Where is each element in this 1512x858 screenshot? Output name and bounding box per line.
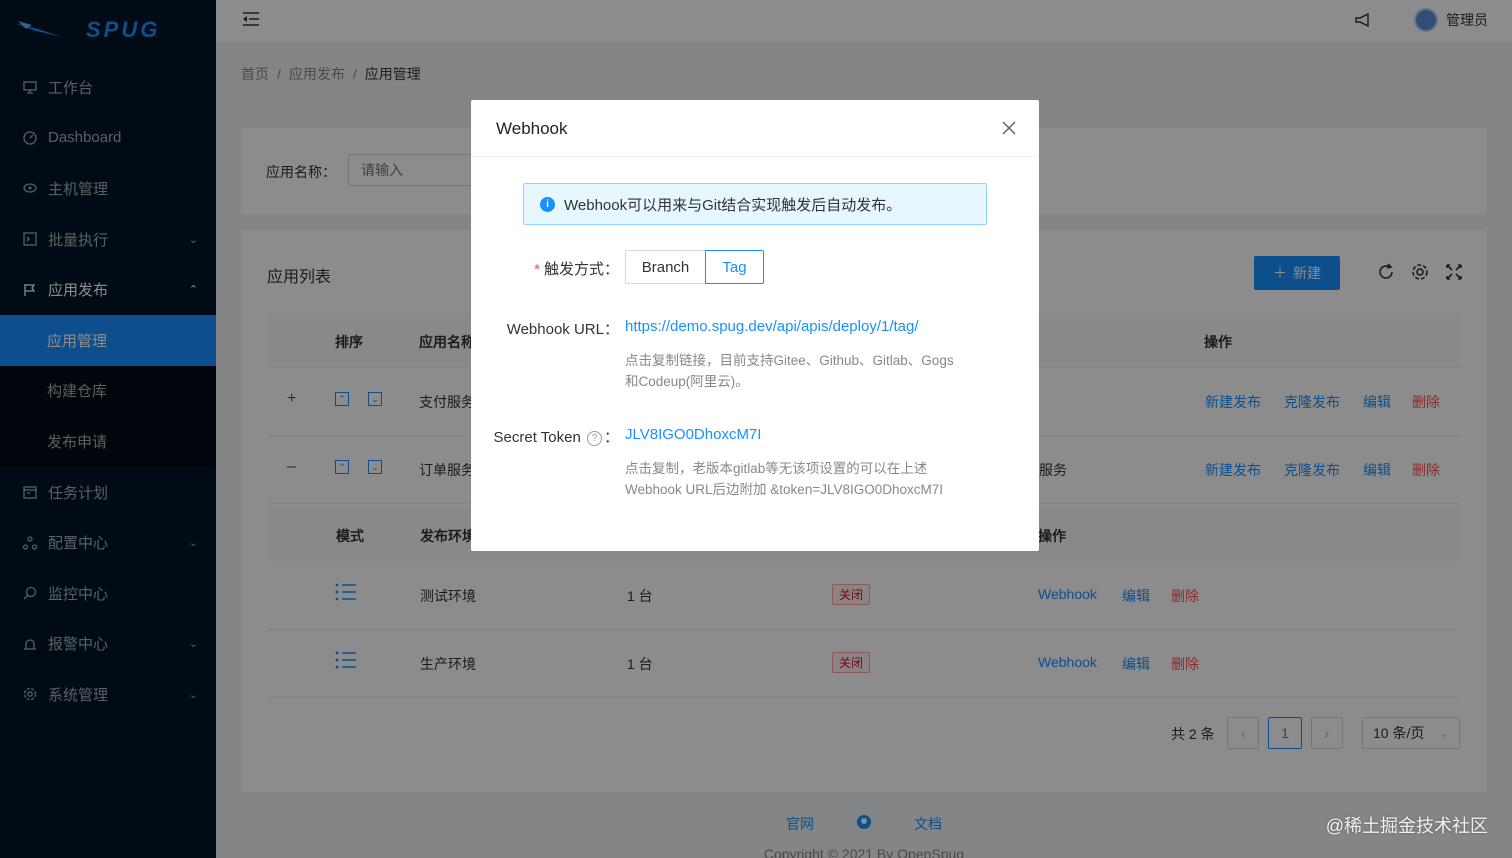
info-circle-icon: i xyxy=(540,196,555,212)
token-help-line-1: 点击复制，老版本gitlab等无该项设置的可以在上述 xyxy=(625,461,928,476)
close-icon[interactable] xyxy=(1001,120,1017,136)
trigger-radio-group: Branch Tag xyxy=(625,250,764,284)
url-help: 点击复制链接，目前支持Gitee、Github、Gitlab、Gogs 和Cod… xyxy=(625,350,985,392)
url-help-line-1: 点击复制链接，目前支持Gitee、Github、Gitlab、Gogs xyxy=(625,353,954,368)
webhook-url-link[interactable]: https://demo.spug.dev/api/apis/deploy/1/… xyxy=(625,318,919,335)
trigger-label: * 触发方式： xyxy=(534,261,619,278)
alert-message: Webhook可以用来与Git结合实现触发后自动发布。 xyxy=(564,196,902,214)
question-circle-icon[interactable]: ? xyxy=(586,430,602,446)
token-label-text: Secret Token xyxy=(493,429,581,446)
token-help: 点击复制，老版本gitlab等无该项设置的可以在上述 Webhook URL后边… xyxy=(625,458,985,500)
token-label: Secret Token ?： xyxy=(493,429,619,446)
secret-token-link[interactable]: JLV8IGO0DhoxcM7I xyxy=(625,426,761,443)
url-label: Webhook URL： xyxy=(506,321,619,338)
modal-header: Webhook xyxy=(471,100,1039,157)
trigger-label-text: 触发方式 xyxy=(543,261,604,278)
info-alert: i Webhook可以用来与Git结合实现触发后自动发布。 xyxy=(523,183,987,225)
url-label-text: Webhook URL xyxy=(506,321,604,338)
token-help-line-2: Webhook URL后边附加 &token=JLV8IGO0DhoxcM7I xyxy=(625,482,944,497)
modal-title: Webhook xyxy=(496,119,568,138)
watermark: @稀土掘金技术社区 xyxy=(1325,816,1488,836)
radio-tag[interactable]: Tag xyxy=(705,250,764,284)
url-help-line-2: 和Codeup(阿里云)。 xyxy=(625,374,749,389)
radio-branch[interactable]: Branch xyxy=(625,250,706,284)
webhook-modal: Webhook i Webhook可以用来与Git结合实现触发后自动发布。 * 触… xyxy=(471,100,1039,551)
